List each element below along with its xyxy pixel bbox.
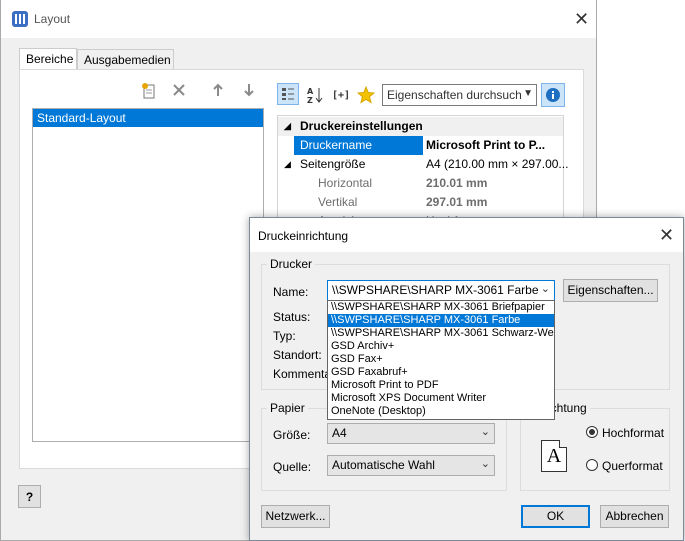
tab-bereiche[interactable]: Bereiche <box>19 48 77 70</box>
printer-dropdown-list[interactable]: \\SWPSHARE\SHARP MX-3061 Briefpapier \\S… <box>327 300 555 420</box>
areas-list: Standard-Layout <box>32 108 264 442</box>
property-name: Vertikal <box>318 195 358 209</box>
paper-source-select[interactable]: Automatische Wahl ⌄ <box>327 455 495 476</box>
status-label: Status: <box>273 310 311 324</box>
printer-group-label: Drucker <box>267 257 316 271</box>
property-value: A4 (210.00 mm × 297.00... <box>426 157 569 171</box>
paper-size-value: A4 <box>332 426 347 440</box>
ok-button[interactable]: OK <box>521 505 590 528</box>
property-name: Horizontal <box>318 176 373 190</box>
cancel-button[interactable]: Abbrechen <box>600 505 669 528</box>
move-up-icon[interactable] <box>212 82 224 101</box>
layout-titlebar: Layout ✕ <box>1 0 596 38</box>
category-row[interactable]: ◢ Druckereinstellungen <box>278 117 563 136</box>
paper-group-label: Papier <box>267 401 308 415</box>
new-area-icon[interactable] <box>141 82 157 102</box>
printer-name-select[interactable]: \\SWPSHARE\SHARP MX-3061 Farbe ⌄ <box>327 280 555 301</box>
delete-icon[interactable] <box>171 82 187 101</box>
svg-text:Z: Z <box>307 96 313 104</box>
landscape-label[interactable]: Querformat <box>602 459 663 473</box>
layout-close-icon[interactable]: ✕ <box>574 10 589 28</box>
chevron-down-icon: ⌄ <box>480 458 490 470</box>
category-label: Druckereinstellungen <box>300 119 423 133</box>
layout-title: Layout <box>34 12 71 26</box>
property-value: Microsoft Print to P... <box>426 138 546 152</box>
move-down-icon[interactable] <box>243 82 255 101</box>
dialog-title: Druckeinrichtung <box>258 229 349 243</box>
property-value: 297.01 mm <box>426 195 488 209</box>
dropdown-option[interactable]: Microsoft XPS Document Writer <box>328 392 554 405</box>
collapse-triangle-icon[interactable]: ◢ <box>284 155 291 174</box>
property-search-input[interactable]: Eigenschaften durchsuch ▼ <box>382 84 537 106</box>
page-letter: A <box>546 445 562 467</box>
dialog-close-icon[interactable]: ✕ <box>659 226 674 244</box>
name-label: Name: <box>273 285 309 299</box>
property-row[interactable]: Vertikal 297.01 mm <box>278 193 563 212</box>
property-value: 210.01 mm <box>426 176 488 190</box>
type-label: Typ: <box>273 329 296 343</box>
landscape-radio[interactable] <box>586 459 598 471</box>
dialog-titlebar: Druckeinrichtung ✕ <box>250 218 683 252</box>
alphabetical-sort-icon[interactable]: AZ <box>306 86 324 106</box>
print-setup-dialog: Druckeinrichtung ✕ Drucker Name: \\SWPSH… <box>249 217 684 541</box>
property-name: Seitengröße <box>300 157 366 171</box>
expand-collapse-icon[interactable]: [+] <box>332 88 350 105</box>
info-icon <box>546 88 560 102</box>
portrait-radio[interactable] <box>586 426 598 438</box>
list-item-standard-layout[interactable]: Standard-Layout <box>33 109 263 127</box>
property-grid: ◢ Druckereinstellungen Druckername Micro… <box>277 115 568 228</box>
printer-name-value: \\SWPSHARE\SHARP MX-3061 Farbe <box>332 283 539 297</box>
chevron-down-icon: ▼ <box>523 88 533 99</box>
dropdown-option[interactable]: GSD Faxabruf+ <box>328 366 554 379</box>
favorites-star-icon[interactable] <box>356 85 376 107</box>
dropdown-option[interactable]: GSD Fax+ <box>328 353 554 366</box>
help-icon: ? <box>25 490 34 504</box>
layout-app-icon <box>12 11 28 27</box>
paper-size-select[interactable]: A4 ⌄ <box>327 423 495 444</box>
property-row[interactable]: Horizontal 210.01 mm <box>278 174 563 193</box>
properties-button[interactable]: Eigenschaften... <box>563 279 658 302</box>
help-button[interactable]: ? <box>18 485 41 508</box>
portrait-label[interactable]: Hochformat <box>602 426 664 440</box>
paper-source-value: Automatische Wahl <box>332 458 435 472</box>
property-row[interactable]: Druckername Microsoft Print to P... <box>278 136 563 155</box>
dropdown-option[interactable]: \\SWPSHARE\SHARP MX-3061 Briefpapier <box>328 301 554 314</box>
dropdown-option[interactable]: \\SWPSHARE\SHARP MX-3061 Schwarz-Weiß <box>328 327 554 340</box>
dropdown-option-selected[interactable]: \\SWPSHARE\SHARP MX-3061 Farbe <box>328 314 554 327</box>
dropdown-option[interactable]: Microsoft Print to PDF <box>328 379 554 392</box>
portrait-page-icon: A <box>541 440 567 472</box>
property-row[interactable]: ◢ Seitengröße A4 (210.00 mm × 297.00... <box>278 155 568 174</box>
size-label: Größe: <box>273 428 311 442</box>
svg-text:A: A <box>307 87 314 96</box>
network-button[interactable]: Netzwerk... <box>261 505 330 528</box>
svg-text:[+]: [+] <box>332 90 350 101</box>
search-placeholder: Eigenschaften durchsuch <box>387 88 522 102</box>
chevron-down-icon: ⌄ <box>540 283 550 295</box>
info-button[interactable] <box>541 83 565 107</box>
collapse-triangle-icon[interactable]: ◢ <box>284 117 291 136</box>
dropdown-option[interactable]: OneNote (Desktop) <box>328 405 554 418</box>
property-name-selected: Druckername <box>294 136 423 155</box>
paper-group <box>261 408 507 491</box>
source-label: Quelle: <box>273 460 312 474</box>
dropdown-option[interactable]: GSD Archiv+ <box>328 340 554 353</box>
location-label: Standort: <box>273 348 322 362</box>
categorized-view-icon[interactable] <box>277 83 299 105</box>
tab-ausgabemedien[interactable]: Ausgabemedien <box>77 49 174 70</box>
chevron-down-icon: ⌄ <box>480 426 490 438</box>
